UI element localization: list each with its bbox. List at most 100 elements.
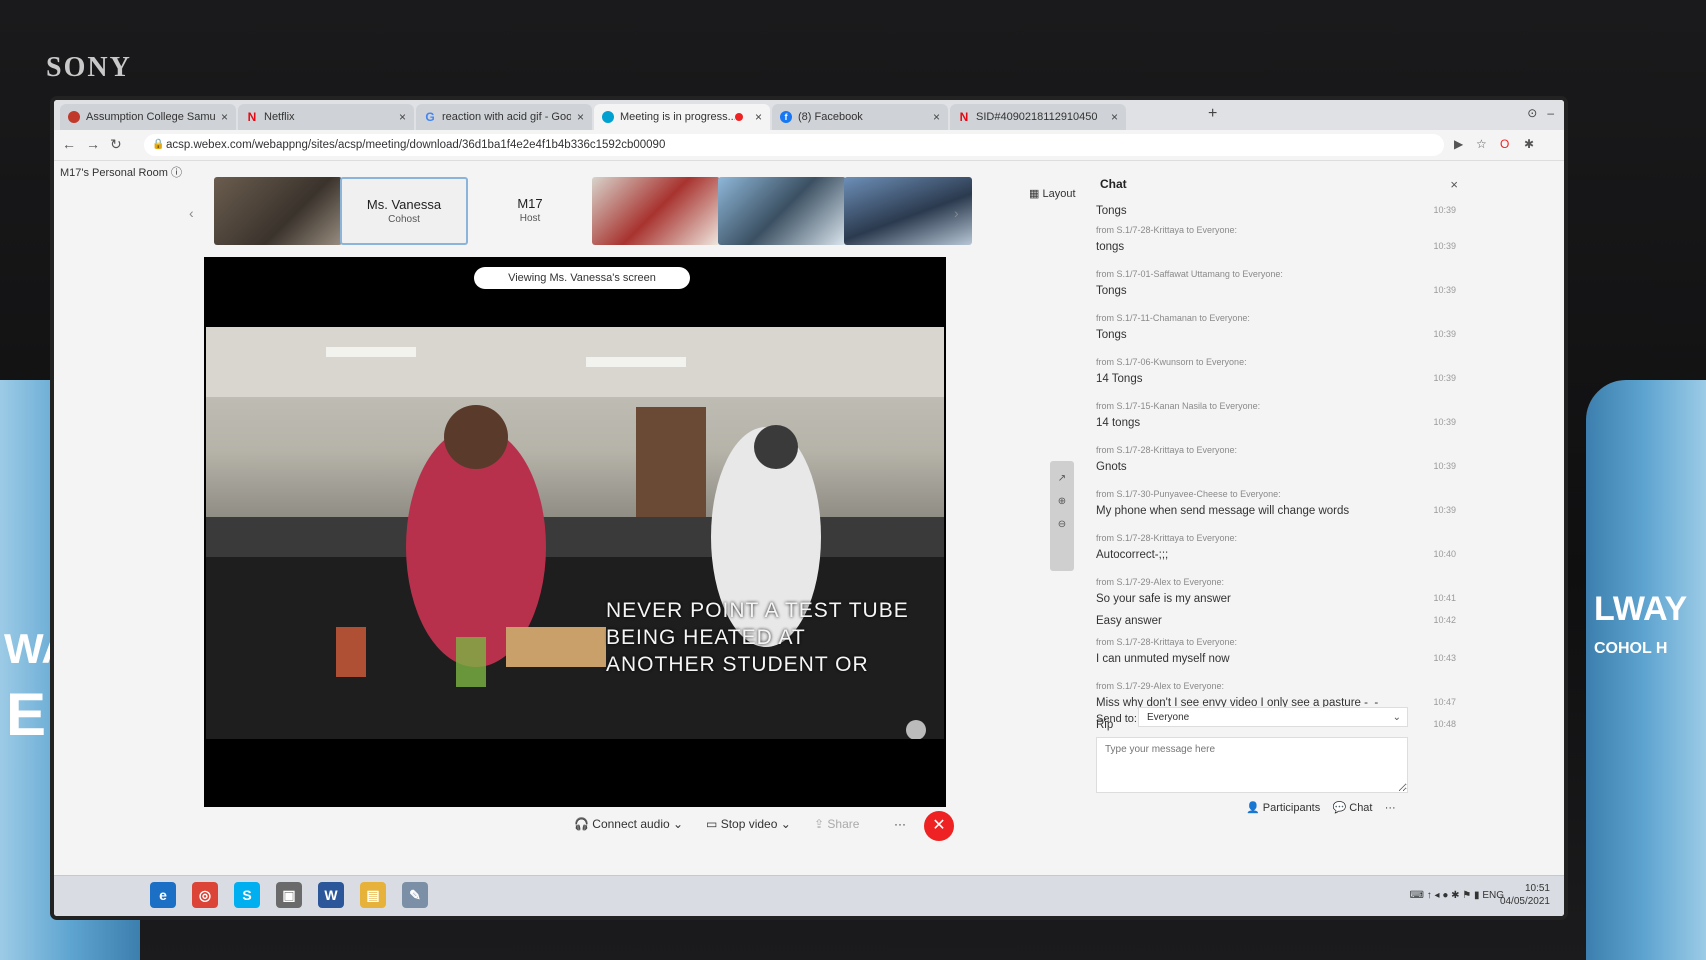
reload-icon[interactable]: ↻: [110, 136, 122, 153]
back-arrow-icon[interactable]: ←: [62, 136, 76, 152]
video-caption: NEVER POINT A TEST TUBE BEING HEATED AT …: [606, 597, 909, 678]
paint-icon[interactable]: ✎: [402, 882, 428, 908]
netflix-icon: N: [959, 110, 969, 124]
new-tab-button[interactable]: +: [1208, 105, 1217, 123]
browser-tab[interactable]: f (8) Facebook ×: [772, 104, 948, 130]
chrome-icon[interactable]: ◎: [192, 882, 218, 908]
tray-icons: ⌨ ↑ ◂ ● ✱ ⚑ ▮: [1409, 890, 1480, 901]
zoom-out-icon[interactable]: ⊖: [1050, 519, 1074, 530]
annotation-toolbar[interactable]: ↗ ⊕ ⊖: [1050, 461, 1074, 571]
participant-video[interactable]: [844, 177, 972, 245]
close-icon[interactable]: ×: [933, 110, 940, 124]
browser-tab-active[interactable]: Meeting is in progress... ×: [594, 104, 770, 130]
bottle-label: LWAY: [1594, 590, 1688, 628]
message-time: 10:39: [1433, 461, 1456, 471]
participant-name: M17: [517, 196, 543, 211]
extensions-icon[interactable]: ✱: [1524, 137, 1534, 151]
participant-video[interactable]: [214, 177, 342, 245]
word-icon[interactable]: W: [318, 882, 344, 908]
clock-date: 04/05/2021: [1499, 896, 1550, 907]
chat-message: from S.1/7-11-Chamanan to Everyone: Tong…: [1096, 313, 1456, 341]
message-time: 10:39: [1433, 329, 1456, 339]
message-time: 10:40: [1433, 549, 1456, 559]
viewing-banner: Viewing Ms. Vanessa's screen: [474, 267, 690, 289]
end-call-button[interactable]: ✕: [924, 811, 954, 841]
pointer-dot: [906, 720, 926, 739]
message-time: 10:42: [1433, 615, 1456, 625]
chat-button[interactable]: 💬 Chat: [1332, 802, 1375, 814]
cast-icon[interactable]: ▶: [1454, 137, 1463, 151]
clock[interactable]: 10:51 04/05/2021: [1500, 882, 1550, 908]
message-sender: from S.1/7-29-Alex to Everyone:: [1096, 681, 1225, 691]
browser-tab[interactable]: N SID#4090218112910450 ×: [950, 104, 1126, 130]
chat-input[interactable]: [1096, 737, 1408, 793]
more-options-button[interactable]: ···: [894, 817, 906, 831]
browser-tab[interactable]: N Netflix ×: [238, 104, 414, 130]
connect-audio-button[interactable]: 🎧 Connect audio ⌄: [574, 817, 683, 831]
sanitizer-bottle-right: LWAY COHOL H: [1586, 380, 1706, 960]
participant-video[interactable]: [718, 177, 846, 245]
close-icon[interactable]: ×: [221, 110, 228, 124]
chat-message: from S.1/7-06-Kwunsorn to Everyone: 14 T…: [1096, 357, 1456, 385]
send-to-select[interactable]: Everyone ⌄: [1138, 707, 1408, 727]
message-text: My phone when send message will change w…: [1096, 505, 1350, 517]
participant-role: Host: [519, 213, 541, 224]
pointer-icon[interactable]: ↗: [1050, 473, 1074, 484]
chat-label: Chat: [1349, 802, 1373, 814]
explorer-icon[interactable]: ▤: [360, 882, 386, 908]
participants-label: Participants: [1262, 802, 1321, 814]
forward-arrow-icon[interactable]: →: [86, 136, 100, 152]
ie-icon[interactable]: e: [150, 882, 176, 908]
app-icon[interactable]: ▣: [276, 882, 302, 908]
layout-button[interactable]: ▦ Layout: [1029, 187, 1076, 200]
zoom-in-icon[interactable]: ⊕: [1050, 496, 1074, 507]
close-icon[interactable]: ×: [577, 110, 584, 124]
clock-time: 10:51: [1524, 883, 1550, 894]
participant-name: Ms. Vanessa: [366, 197, 442, 212]
chevron-right-icon[interactable]: ›: [954, 205, 959, 221]
close-icon[interactable]: ×: [1450, 177, 1458, 192]
skype-icon[interactable]: S: [234, 882, 260, 908]
message-sender: from S.1/7-06-Kwunsorn to Everyone:: [1096, 357, 1247, 367]
message-text: Autocorrect-;;;: [1096, 549, 1169, 561]
browser-tab[interactable]: G reaction with acid gif - Google S ×: [416, 104, 592, 130]
browser-tab[interactable]: Assumption College Samutprakarn ×: [60, 104, 236, 130]
stop-video-button[interactable]: ▭ Stop video ⌄: [706, 817, 791, 831]
star-icon[interactable]: ☆: [1476, 137, 1487, 151]
caption-line: BEING HEATED AT: [606, 626, 806, 649]
window-controls[interactable]: ⊙ –: [1527, 106, 1554, 120]
caption-line: NEVER POINT A TEST TUBE: [606, 599, 909, 622]
chat-message: from S.1/7-30-Punyavee-Cheese to Everyon…: [1096, 489, 1456, 517]
close-icon[interactable]: ×: [755, 110, 762, 124]
message-sender: from S.1/7-15-Kanan Nasila to Everyone:: [1096, 401, 1261, 411]
message-text: I can unmuted myself now: [1096, 653, 1230, 665]
participant-video[interactable]: [592, 177, 720, 245]
tab-title: Meeting is in progress...: [620, 111, 735, 123]
bottle-label: COHOL H: [1594, 640, 1668, 657]
chevron-down-icon: ⌄: [1392, 712, 1401, 723]
chevron-left-icon[interactable]: ‹: [189, 205, 194, 221]
more-icon[interactable]: ···: [1385, 802, 1396, 814]
close-icon[interactable]: ×: [399, 110, 406, 124]
system-tray[interactable]: ⌨ ↑ ◂ ● ✱ ⚑ ▮ ENG: [1410, 890, 1504, 901]
participants-button[interactable]: 👤 Participants: [1246, 802, 1323, 814]
share-button[interactable]: ⇪ Share: [814, 817, 859, 831]
shared-screen-stage: Viewing Ms. Vanessa's screen NEVER POINT…: [204, 257, 946, 807]
participant-role: Cohost: [388, 214, 420, 225]
close-icon[interactable]: ×: [1111, 110, 1118, 124]
participant-tile[interactable]: M17 Host: [466, 177, 594, 245]
message-sender: from S.1/7-28-Krittaya to Everyone:: [1096, 637, 1238, 647]
participant-tile[interactable]: Ms. Vanessa Cohost: [340, 177, 468, 245]
windows-taskbar: e ◎ S ▣ W ▤ ✎ ⌨ ↑ ◂ ● ✱ ⚑ ▮ ENG 10:51 04…: [54, 875, 1564, 916]
chat-message: from S.1/7-15-Kanan Nasila to Everyone: …: [1096, 401, 1456, 429]
message-time: 10:39: [1433, 373, 1456, 383]
message-text: 14 tongs: [1096, 417, 1141, 429]
stop-video-label: Stop video: [720, 817, 778, 831]
chat-message: from S.1/7-01-Saffawat Uttamang to Every…: [1096, 269, 1456, 297]
message-time: 10:39: [1433, 205, 1456, 215]
send-to-value: Everyone: [1147, 712, 1190, 723]
info-icon[interactable]: ⓘ: [171, 167, 182, 179]
address-bar[interactable]: 🔒 acsp.webex.com/webappng/sites/acsp/mee…: [144, 134, 1444, 156]
opera-icon[interactable]: O: [1500, 137, 1509, 151]
chat-message: Tongs 10:39: [1096, 199, 1456, 217]
